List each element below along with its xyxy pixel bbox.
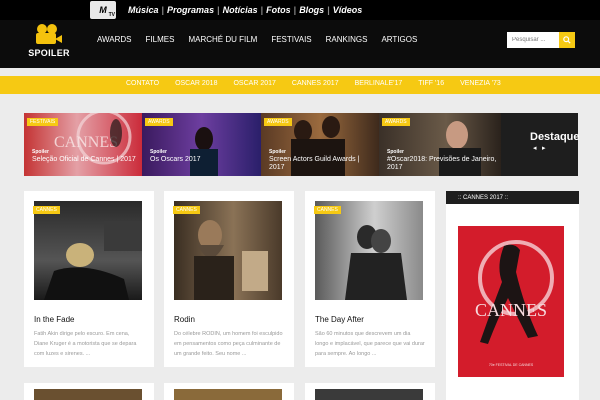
divider: |: [327, 5, 330, 15]
mtv-logo-sub: TV: [108, 12, 115, 18]
poster-subtitle: 70e FESTIVAL DE CANNES: [489, 363, 534, 367]
post-image-art: [44, 221, 142, 300]
search-button[interactable]: [559, 32, 575, 48]
post-card: [305, 383, 435, 400]
nav-awards[interactable]: AWARDS: [97, 35, 132, 44]
post-tag[interactable]: CANNES: [33, 206, 60, 214]
post-title[interactable]: In the Fade: [34, 315, 74, 324]
mtv-nav-fotos[interactable]: Fotos: [266, 5, 291, 15]
nav-artigos[interactable]: ARTIGOS: [381, 35, 417, 44]
mtv-nav-noticias[interactable]: Notícias: [223, 5, 258, 15]
mtv-nav-musica[interactable]: Música: [128, 5, 159, 15]
camera-icon: [34, 24, 64, 46]
post-image[interactable]: [34, 389, 142, 400]
slide-tag[interactable]: AWARDS: [145, 118, 173, 126]
prev-arrow-icon[interactable]: ◂: [533, 144, 537, 152]
mtv-nav-blogs[interactable]: Blogs: [299, 5, 324, 15]
divider: |: [217, 5, 220, 15]
post-card: CANNES In the Fade Fatih Akin dirige pel…: [24, 191, 154, 367]
post-excerpt: São 60 minutos que descrevem um dia long…: [315, 331, 425, 357]
subnav-contato[interactable]: CONTATO: [126, 80, 159, 87]
mtv-nav-programas[interactable]: Programas: [167, 5, 214, 15]
divider: |: [293, 5, 297, 15]
subnav-oscar-2018[interactable]: OSCAR 2018: [175, 80, 217, 87]
subnav-oscar-2017[interactable]: OSCAR 2017: [233, 80, 275, 87]
post-card: [24, 383, 154, 400]
mtv-logo[interactable]: M TV: [90, 1, 116, 19]
post-title[interactable]: The Day After: [315, 315, 364, 324]
post-excerpt: Do célebre RODIN, um homem foi esculpido…: [174, 331, 283, 357]
slide-tag[interactable]: FESTIVAIS: [27, 118, 59, 126]
sidebar-heading: :: CANNES 2017 ::: [446, 191, 579, 204]
nav-rankings[interactable]: RANKINGS: [326, 35, 368, 44]
mtv-logo-mark: M: [99, 5, 107, 15]
post-tag[interactable]: CANNES: [314, 206, 341, 214]
poster-title: CANNES: [475, 300, 547, 320]
search-box: [507, 32, 575, 48]
post-image[interactable]: [315, 201, 423, 300]
subnav-cannes-2017[interactable]: CANNES 2017: [292, 80, 339, 87]
nav-marche-du-film[interactable]: MARCHÉ DU FILM: [188, 35, 257, 44]
slide-tag[interactable]: AWARDS: [264, 118, 292, 126]
cannes-poster[interactable]: CANNES 70e FESTIVAL DE CANNES: [458, 226, 564, 377]
post-card: [164, 383, 294, 400]
slide-sag-awards[interactable]: AWARDS Spoiler Screen Actors Guild Award…: [261, 113, 379, 176]
slide-title[interactable]: #Oscar2018: Previsões de Janeiro, 2017: [387, 156, 497, 172]
post-card: CANNES The Day After São 60 minutos que …: [305, 191, 435, 367]
nav-festivais[interactable]: FESTIVAIS: [271, 35, 311, 44]
svg-text:CANNES: CANNES: [54, 134, 118, 151]
slide-category: Spoiler: [32, 149, 49, 155]
mtv-nav: Música | Programas | Notícias | Fotos | Blog…: [128, 5, 362, 15]
slide-title[interactable]: Os Oscars 2017: [150, 156, 257, 164]
divider: |: [161, 5, 165, 15]
slide-title[interactable]: Screen Actors Guild Awards | 2017: [269, 156, 375, 172]
mtv-nav-videos[interactable]: Vídeos: [333, 5, 363, 15]
post-tag[interactable]: CANNES: [173, 206, 200, 214]
post-image-art: [194, 220, 268, 300]
slide-oscar-2018-previsoes[interactable]: AWARDS Spoiler #Oscar2018: Previsões de …: [379, 113, 501, 176]
post-image[interactable]: [174, 201, 282, 300]
post-image-art: [345, 225, 407, 300]
nav-filmes[interactable]: FILMES: [146, 35, 175, 44]
sidebar-widget: :: CANNES 2017 :: CANNES 70e FESTIVAL DE…: [446, 191, 579, 400]
search-icon: [563, 36, 571, 44]
next-arrow-icon[interactable]: ▸: [542, 144, 546, 152]
post-card: CANNES Rodin Do célebre RODIN, um homem …: [164, 191, 294, 367]
subnav-venezia-73[interactable]: VENEZIA '73: [460, 80, 501, 87]
site-logo[interactable]: SPOILER: [28, 24, 70, 64]
slide-category: Spoiler: [387, 149, 404, 155]
post-image[interactable]: [174, 389, 282, 400]
mtv-network-bar: M TV Música | Programas | Notícias | Fotos |…: [0, 0, 600, 20]
sub-nav: CONTATO OSCAR 2018 OSCAR 2017 CANNES 201…: [0, 76, 600, 94]
destaque-panel: Destaque ◂ ▸: [501, 113, 580, 176]
subnav-berlinale-17[interactable]: BERLINALE'17: [355, 80, 403, 87]
subnav-tiff-16[interactable]: TIFF '16: [418, 80, 444, 87]
slide-category: Spoiler: [150, 149, 167, 155]
slide-title[interactable]: Seleção Oficial de Cannes | 2017: [32, 156, 138, 164]
slide-tag[interactable]: AWARDS: [382, 118, 410, 126]
site-header: SPOILER AWARDS FILMES MARCHÉ DU FILM FES…: [0, 20, 600, 68]
search-input[interactable]: [507, 32, 559, 48]
slide-cannes-selection[interactable]: CANNES FESTIVAIS Spoiler Seleção Oficial…: [24, 113, 142, 176]
slide-category: Spoiler: [269, 149, 286, 155]
post-excerpt: Fatih Akin dirige pelo escuro. Em cena, …: [34, 331, 137, 357]
site-logo-text: SPOILER: [28, 48, 70, 58]
destaque-label: Destaque: [530, 131, 580, 143]
slide-oscars-2017[interactable]: AWARDS Spoiler Os Oscars 2017: [142, 113, 261, 176]
poster-art: CANNES 70e FESTIVAL DE CANNES: [475, 240, 554, 367]
post-image[interactable]: [315, 389, 423, 400]
divider: |: [260, 5, 264, 15]
post-image[interactable]: [34, 201, 142, 300]
featured-slider: CANNES FESTIVAIS Spoiler Seleção Oficial…: [24, 113, 580, 176]
main-nav: AWARDS FILMES MARCHÉ DU FILM FESTIVAIS R…: [97, 35, 431, 44]
post-title[interactable]: Rodin: [174, 315, 195, 324]
